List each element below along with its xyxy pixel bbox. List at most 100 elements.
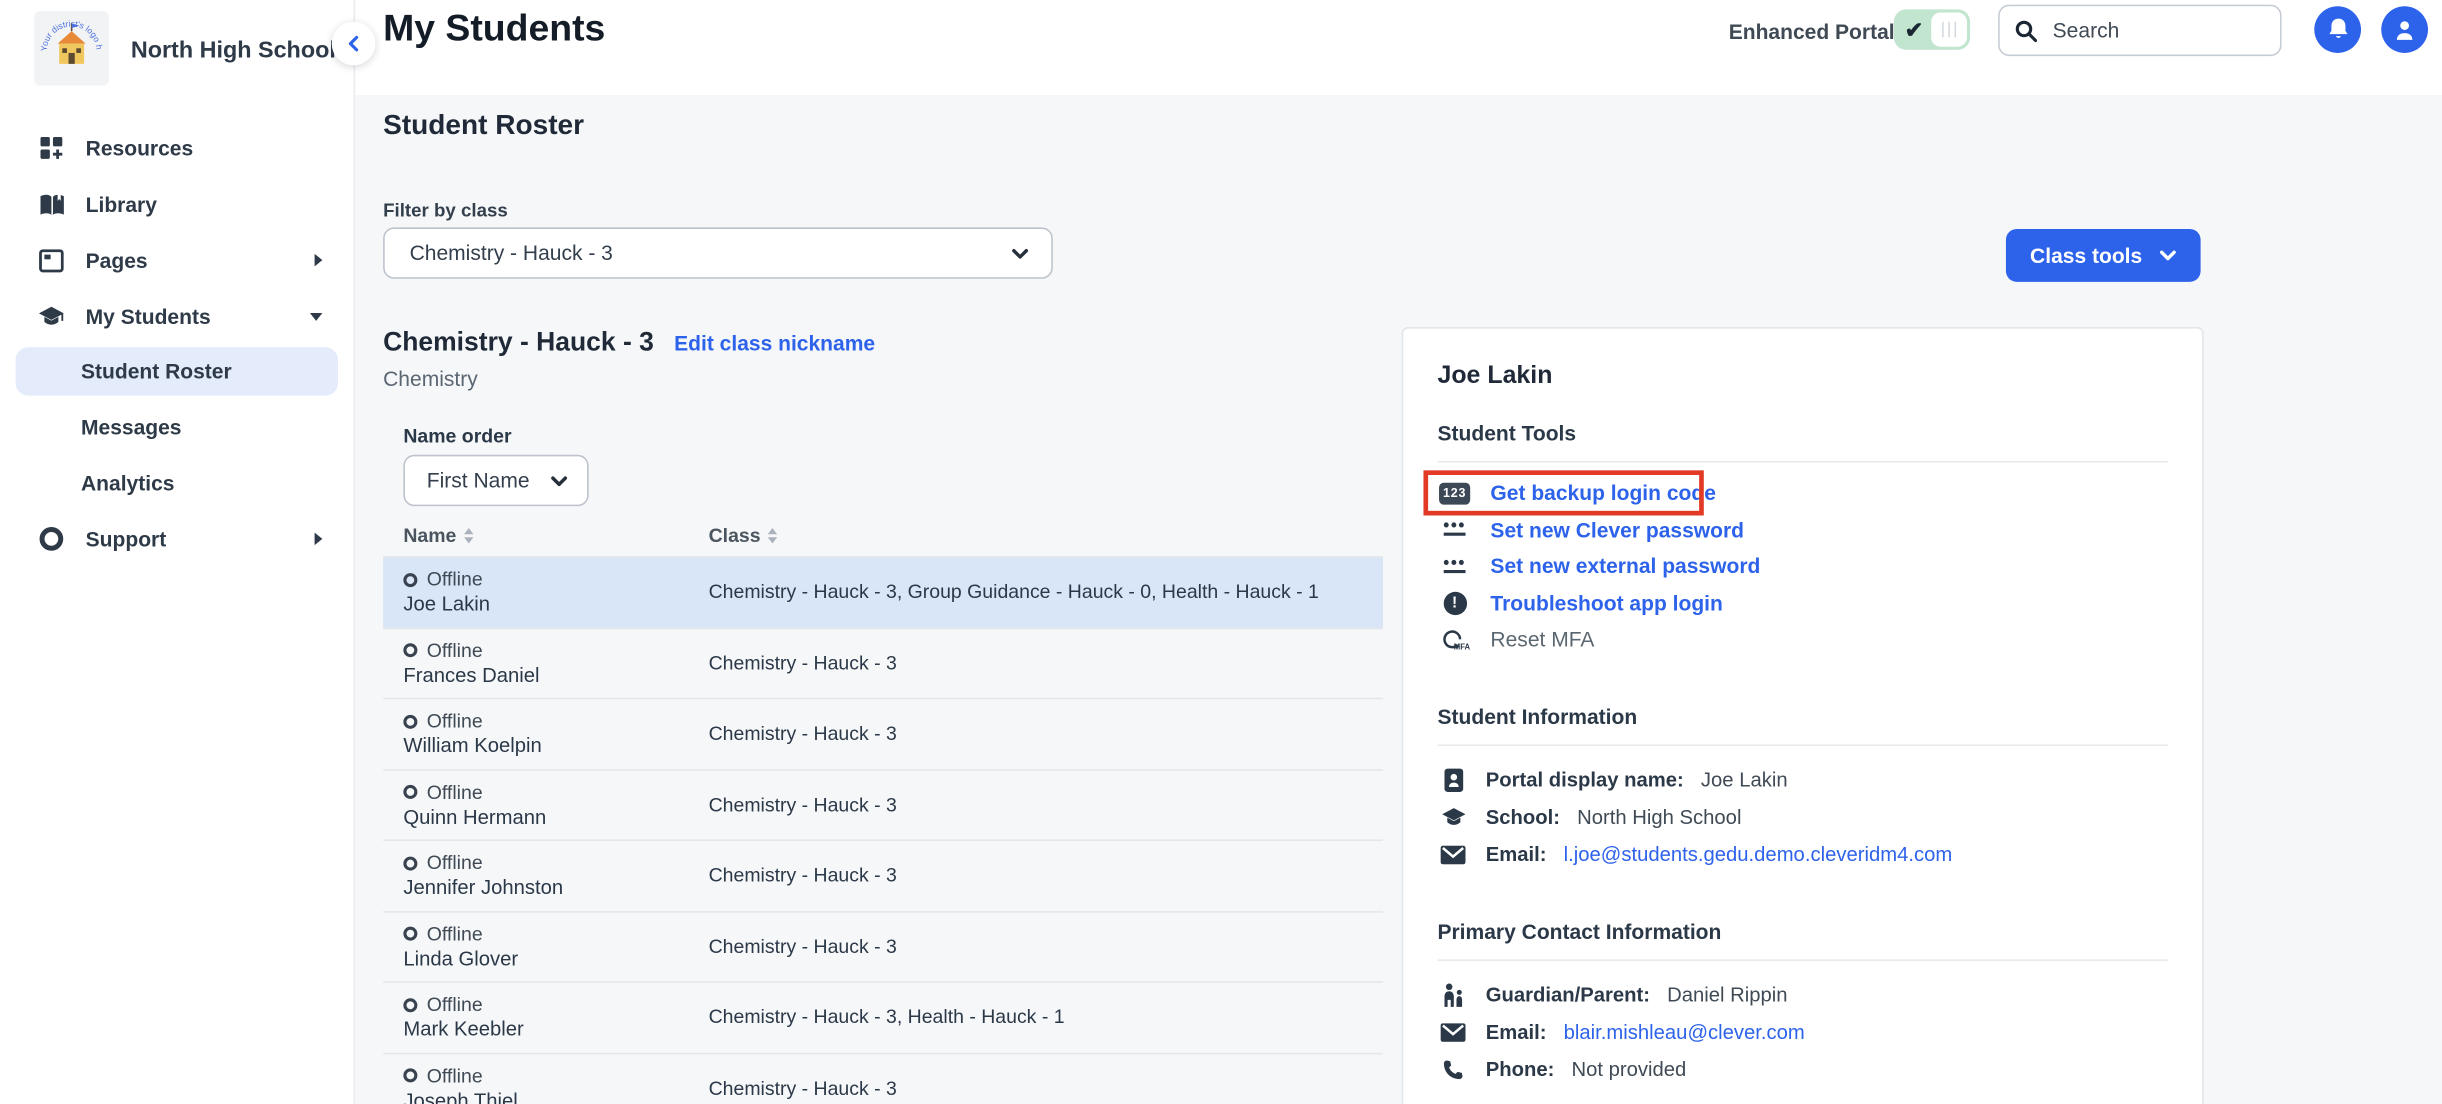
chevron-down-icon: [2158, 249, 2177, 261]
enhanced-portal-toggle[interactable]: ✔: [1894, 9, 1970, 49]
status-label: Offline: [427, 994, 483, 1016]
column-header-class[interactable]: Class: [709, 524, 778, 546]
chevron-down-icon: [1011, 247, 1030, 259]
table-row[interactable]: Offline Quinn Hermann Chemistry - Hauck …: [383, 770, 1383, 841]
student-name: Jennifer Johnston: [403, 876, 708, 899]
sidebar-item-messages[interactable]: Messages: [0, 399, 354, 455]
offline-status-icon: [403, 644, 417, 658]
contact-row-guardian: Guardian/Parent: Daniel Rippin: [1437, 976, 2167, 1013]
sidebar-item-resources[interactable]: Resources: [0, 120, 354, 176]
chevron-down-icon: [310, 312, 322, 320]
offline-status-icon: [403, 714, 417, 728]
divider: [1437, 959, 2167, 961]
tool-set-clever-password[interactable]: ••• Set new Clever password: [1437, 512, 2167, 549]
search-input[interactable]: [2050, 17, 2265, 43]
student-tools-title: Student Tools: [1437, 422, 2167, 445]
account-button[interactable]: [2381, 6, 2428, 53]
class-filter-select[interactable]: Chemistry - Hauck - 3: [383, 227, 1053, 278]
checkmark-icon: ✔: [1905, 19, 1923, 41]
notifications-button[interactable]: [2314, 6, 2361, 53]
status-label: Offline: [427, 640, 483, 662]
name-order-select[interactable]: First Name: [403, 455, 588, 506]
student-name: Frances Daniel: [403, 663, 708, 686]
sort-icon: [768, 527, 777, 543]
sidebar-item-label: Pages: [86, 248, 148, 271]
envelope-icon: [1437, 1022, 1468, 1041]
guardian-email-link[interactable]: blair.mishleau@clever.com: [1564, 1020, 1805, 1043]
offline-status-icon: [403, 856, 417, 870]
class-tools-button[interactable]: Class tools: [2006, 229, 2201, 282]
divider: [1437, 461, 2167, 463]
top-header: My Students Enhanced Portal ✔: [355, 0, 2442, 95]
district-logo: Your district's logo here: [34, 11, 109, 86]
table-row[interactable]: Offline Frances Daniel Chemistry - Hauck…: [383, 628, 1383, 699]
student-name: Joe Lakin: [403, 592, 708, 615]
sidebar-item-support[interactable]: Support: [0, 511, 354, 567]
sidebar-item-pages[interactable]: Pages: [0, 232, 354, 288]
table-header-row: Name Class: [383, 514, 1383, 558]
student-information-list: Portal display name: Joe Lakin School: N…: [1437, 761, 2167, 873]
table-row[interactable]: Offline Linda Glover Chemistry - Hauck -…: [383, 912, 1383, 983]
table-row[interactable]: Offline Jennifer Johnston Chemistry - Ha…: [383, 841, 1383, 912]
app-window: Your district's logo here North High Sch…: [0, 0, 2442, 1104]
student-information-title: Student Information: [1437, 705, 2167, 728]
class-subtitle: Chemistry: [383, 368, 478, 391]
graduation-cap-icon: [37, 304, 65, 327]
chevron-right-icon: [315, 533, 323, 545]
sidebar-item-my-students[interactable]: My Students: [0, 288, 354, 344]
pages-icon: [37, 248, 65, 271]
tool-reset-mfa[interactable]: MFA Reset MFA: [1437, 621, 2167, 658]
phone-icon: [1437, 1058, 1468, 1080]
sidebar-item-library[interactable]: Library: [0, 176, 354, 232]
toggle-knob: [1931, 12, 1967, 46]
district-logo-image: Your district's logo here: [34, 11, 109, 86]
sidebar-item-label: Resources: [86, 136, 194, 159]
table-row[interactable]: Offline Mark Keebler Chemistry - Hauck -…: [383, 983, 1383, 1054]
table-row[interactable]: Offline Joseph Thiel Chemistry - Hauck -…: [383, 1054, 1383, 1104]
status-label: Offline: [427, 923, 483, 945]
password-dots-icon: •••: [1443, 560, 1466, 572]
table-row[interactable]: Offline Joe Lakin Chemistry - Hauck - 3,…: [383, 558, 1383, 629]
guardian-parent-icon: [1437, 982, 1468, 1007]
table-row[interactable]: Offline William Koelpin Chemistry - Hauc…: [383, 699, 1383, 770]
info-row-school: School: North High School: [1437, 798, 2167, 835]
student-roster-table: Name Class Offline Joe Lakin Chemistry -…: [383, 514, 1383, 1104]
student-classes: Chemistry - Hauck - 3: [709, 794, 1383, 816]
chevron-right-icon: [315, 254, 323, 266]
sidebar-nav: Resources Library Pages My Students: [0, 120, 354, 567]
section-title: Student Roster: [383, 109, 584, 142]
status-label: Offline: [427, 1065, 483, 1087]
status-label: Offline: [427, 569, 483, 591]
contact-row-email: Email: blair.mishleau@clever.com: [1437, 1013, 2167, 1050]
sidebar-item-label: Support: [86, 527, 167, 550]
school-name: North High School: [131, 37, 336, 63]
status-label: Offline: [427, 852, 483, 874]
search-icon: [2015, 19, 2037, 41]
offline-status-icon: [403, 927, 417, 941]
tool-get-backup-login-code[interactable]: 123 Get backup login code: [1437, 475, 2167, 512]
tool-troubleshoot-app-login[interactable]: ! Troubleshoot app login: [1437, 585, 2167, 622]
envelope-icon: [1437, 845, 1468, 864]
search-box: [1998, 5, 2281, 56]
graduation-cap-icon: [1437, 806, 1468, 828]
primary-contact-title: Primary Contact Information: [1437, 920, 2167, 943]
info-row-portal-display-name: Portal display name: Joe Lakin: [1437, 761, 2167, 798]
panel-student-name: Joe Lakin: [1437, 363, 2167, 391]
student-name: Joseph Thiel: [403, 1088, 708, 1104]
page-title: My Students: [383, 8, 605, 52]
student-email-link[interactable]: l.joe@students.gedu.demo.cleveridm4.com: [1564, 843, 1953, 866]
contact-row-phone: Phone: Not provided: [1437, 1050, 2167, 1087]
sidebar-item-label: Messages: [81, 415, 182, 438]
student-tools-list: 123 Get backup login code ••• Set new Cl…: [1437, 475, 2167, 658]
reset-mfa-icon: MFA: [1441, 627, 1469, 652]
student-classes: Chemistry - Hauck - 3: [709, 936, 1383, 958]
student-name: Quinn Hermann: [403, 805, 708, 828]
edit-class-nickname-link[interactable]: Edit class nickname: [674, 332, 875, 355]
sidebar-item-analytics[interactable]: Analytics: [0, 455, 354, 511]
sidebar-item-student-roster[interactable]: Student Roster: [16, 347, 338, 395]
bell-icon: [2326, 17, 2349, 42]
column-header-name[interactable]: Name: [383, 524, 708, 546]
sort-icon: [464, 527, 473, 543]
sidebar-collapse-button[interactable]: [332, 22, 376, 66]
tool-set-external-password[interactable]: ••• Set new external password: [1437, 548, 2167, 585]
